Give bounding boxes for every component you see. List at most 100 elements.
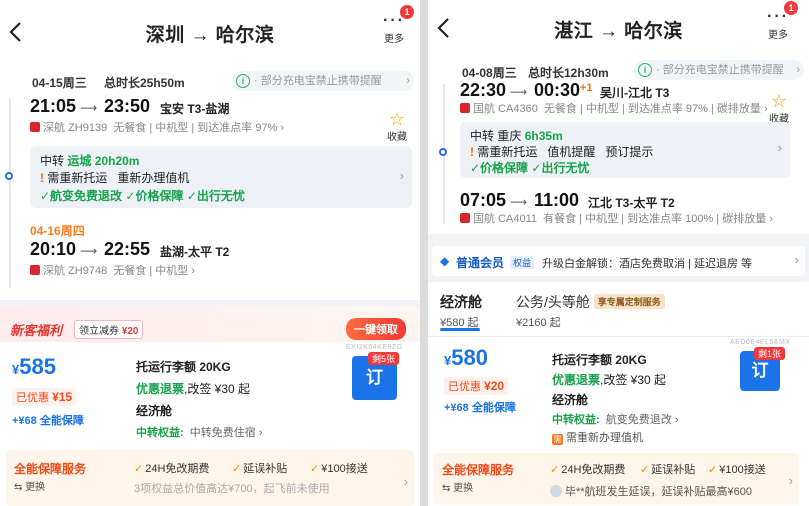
powerbank-notice[interactable]: i · 部分充电宝禁止携带提醒 › bbox=[232, 71, 414, 91]
switch-button[interactable]: ⇆ 更换 bbox=[442, 479, 473, 494]
right-panel: 湛江 → 哈尔滨 ··· 更多 1 04-08周三 总时长12h30m i · … bbox=[428, 0, 809, 506]
departure-date: 04-15周三 bbox=[32, 76, 87, 90]
seg2-info[interactable]: 深航 ZH9748 无餐食 | 中机型 › bbox=[30, 262, 195, 278]
seg2-airports: 江北 T3-太平 T2 bbox=[588, 196, 675, 210]
seg1-departure-time: 21:05 bbox=[30, 96, 77, 116]
airline-logo-icon bbox=[30, 122, 40, 132]
second-date: 04-16周四 bbox=[30, 224, 85, 238]
transfer-info[interactable]: 中转 重庆 6h35m ! 需重新托运 值机提醒 预订提示 ✓价格保障 ✓出行无… bbox=[460, 122, 790, 178]
chevron-right-icon: › bbox=[796, 64, 800, 76]
check-icon: ✓ bbox=[134, 463, 144, 475]
favorite-button[interactable]: ☆ 收藏 bbox=[382, 110, 412, 143]
avatar bbox=[550, 485, 562, 497]
chevron-right-icon: › bbox=[399, 168, 404, 183]
star-icon: ☆ bbox=[770, 91, 788, 111]
timeline-dot bbox=[5, 172, 13, 180]
warning-icon: ! bbox=[470, 145, 474, 159]
refund-policy: 优惠退票,改签 ¥30 起 bbox=[552, 373, 667, 387]
transfer-city: 运城 bbox=[67, 154, 92, 168]
info-icon: i bbox=[638, 63, 652, 77]
seats-left-badge: 剩1张 bbox=[754, 347, 786, 360]
timeline-dot bbox=[439, 148, 447, 156]
header: 深圳 → 哈尔滨 ··· 更多 1 bbox=[0, 0, 420, 64]
departure-date: 04-08周三 bbox=[462, 66, 517, 80]
airline-logo-icon bbox=[460, 103, 470, 113]
arrow-icon: ⟶ bbox=[80, 244, 98, 258]
transfer-info[interactable]: 中转 运城 20h20m ! 需重新托运 重新办理值机 ✓航变免费退改 ✓价格保… bbox=[30, 146, 412, 208]
cabin-class: 经济舱 bbox=[552, 393, 589, 407]
chevron-right-icon: › bbox=[794, 252, 799, 267]
seg1-arrival-time: 23:50 bbox=[104, 96, 151, 116]
full-protection-addon[interactable]: +¥68 全能保障 bbox=[444, 399, 516, 415]
chevron-right-icon: › bbox=[788, 473, 793, 488]
transfer-rights[interactable]: 中转权益: 中转免费住宿 › bbox=[136, 424, 263, 440]
price: ¥580 bbox=[444, 345, 488, 370]
powerbank-notice[interactable]: i · 部分充电宝禁止携带提醒 › bbox=[634, 60, 804, 80]
seg2-arrival-time: 22:55 bbox=[104, 239, 151, 259]
timeline bbox=[9, 98, 11, 288]
discount-badge: 已优惠 ¥15 bbox=[12, 388, 77, 406]
active-tab-indicator bbox=[440, 328, 480, 331]
seg1-arrival-time: 00:30 bbox=[534, 80, 581, 100]
itinerary-card: 04-15周三 总时长25h50m i · 部分充电宝禁止携带提醒 › 21:0… bbox=[0, 64, 420, 300]
seats-left-badge: 剩5张 bbox=[368, 352, 400, 365]
seg2-departure-time: 07:05 bbox=[460, 190, 507, 210]
protection-footer: 毕**航班发生延误，延误补贴最高¥600 bbox=[550, 483, 752, 499]
more-button[interactable]: ··· 更多 1 bbox=[758, 1, 798, 41]
baggage-allowance: 托运行李额 20KG bbox=[552, 353, 647, 367]
switch-button[interactable]: ⇆ 更换 bbox=[14, 478, 45, 493]
cabin-class: 经济舱 bbox=[136, 404, 173, 418]
fare-offer: ¥585 已优惠 ¥15 +¥68 全能保障 托运行李额 20KG 优惠退票,改… bbox=[0, 342, 420, 506]
refund-policy: 优惠退票,改签 ¥30 起 bbox=[136, 382, 251, 396]
header: 湛江 → 哈尔滨 ··· 更多 1 bbox=[428, 0, 809, 56]
arrow-icon: ⟶ bbox=[510, 195, 528, 209]
chevron-right-icon: › bbox=[403, 474, 408, 489]
arrow-icon: ⟶ bbox=[80, 101, 98, 115]
more-button[interactable]: ··· 更多 1 bbox=[374, 5, 414, 45]
seg1-info[interactable]: 国航 CA4360 无餐食 | 中机型 | 到达准点率 97% | 碳排放量 › bbox=[460, 100, 768, 116]
discount-badge: 已优惠 ¥20 bbox=[444, 377, 509, 395]
chevron-right-icon: › bbox=[777, 140, 782, 155]
offer-code: EXI2K64KE9ZG bbox=[346, 344, 403, 351]
seg2-airports: 盐湖-太平 T2 bbox=[160, 245, 230, 259]
warning-icon: ! bbox=[40, 171, 44, 185]
notice-icon: 需 bbox=[552, 434, 563, 445]
full-protection-addon[interactable]: +¥68 全能保障 bbox=[12, 412, 84, 428]
protection-service[interactable]: 全能保障服务 ⇆ 更换 ✓ 24H免改期费 ✓ 延误补贴 ✓ ¥100接送 毕**航班… bbox=[434, 453, 799, 505]
claim-coupon-button[interactable]: 一键领取 bbox=[346, 318, 406, 340]
info-icon: i bbox=[236, 74, 250, 88]
check-icon: ✓ bbox=[640, 464, 650, 476]
route-title: 湛江 → 哈尔滨 bbox=[554, 21, 683, 42]
new-user-promo: 新客福利 领立减券 ¥20 一键领取 bbox=[0, 306, 420, 342]
baggage-allowance: 托运行李额 20KG bbox=[136, 360, 231, 374]
transfer-city: 重庆 bbox=[497, 129, 522, 143]
check-icon: ✓ bbox=[310, 463, 320, 475]
chevron-right-icon: › bbox=[406, 75, 410, 87]
seg2-departure-time: 20:10 bbox=[30, 239, 77, 259]
airline-logo-icon bbox=[460, 213, 470, 223]
fare-offer: ¥580 已优惠 ¥20 +¥68 全能保障 托运行李额 20KG 优惠退票,改… bbox=[428, 336, 809, 506]
tab-economy[interactable]: 经济舱 ¥580 起 bbox=[440, 292, 482, 330]
notification-badge: 1 bbox=[400, 5, 414, 19]
total-duration: 总时长25h50m bbox=[104, 76, 185, 90]
seg1-info[interactable]: 深航 ZH9139 无餐食 | 中机型 | 到达准点率 97% › bbox=[30, 119, 284, 135]
itinerary-card: 04-08周三 总时长12h30m i · 部分充电宝禁止携带提醒 › 22:3… bbox=[428, 56, 809, 234]
price: ¥585 bbox=[12, 354, 56, 379]
fare-section: 经济舱 ¥580 起 公务/头等舱 享专属定制服务 ¥2160 起 ¥580 已… bbox=[428, 282, 809, 506]
star-icon: ☆ bbox=[388, 109, 406, 129]
seg2-info[interactable]: 国航 CA4011 有餐食 | 中机型 | 到达准点率 100% | 碳排放量 … bbox=[460, 210, 773, 226]
seg1-airports: 宝安 T3-盐湖 bbox=[160, 102, 230, 116]
protection-footer: 3项权益总价值高达¥700，起飞前未使用 bbox=[134, 483, 330, 495]
left-panel: 深圳 → 哈尔滨 ··· 更多 1 04-15周三 总时长25h50m i · … bbox=[0, 0, 420, 506]
check-icon: ✓ bbox=[550, 464, 560, 476]
favorite-button[interactable]: ☆ 收藏 bbox=[764, 92, 794, 125]
transfer-rights[interactable]: 中转权益: 航变免费退改 › bbox=[552, 411, 679, 427]
membership-bar[interactable]: ◆ 普通会员 权益 升级白金解锁：酒店免费取消 | 延迟退房 等 › bbox=[432, 246, 805, 276]
tab-business-first[interactable]: 公务/头等舱 享专属定制服务 ¥2160 起 bbox=[516, 292, 665, 330]
transfer-duration: 20h20m bbox=[94, 154, 140, 168]
route-title: 深圳 → 哈尔滨 bbox=[145, 25, 275, 46]
protection-service[interactable]: 全能保障服务 ⇆ 更换 ✓ 24H免改期费 ✓ 延误补贴 ✓ ¥100接送 3项权益总… bbox=[6, 450, 414, 506]
airline-logo-icon bbox=[30, 265, 40, 275]
arrow-icon: ⟶ bbox=[510, 85, 528, 99]
diamond-icon: ◆ bbox=[440, 254, 450, 268]
